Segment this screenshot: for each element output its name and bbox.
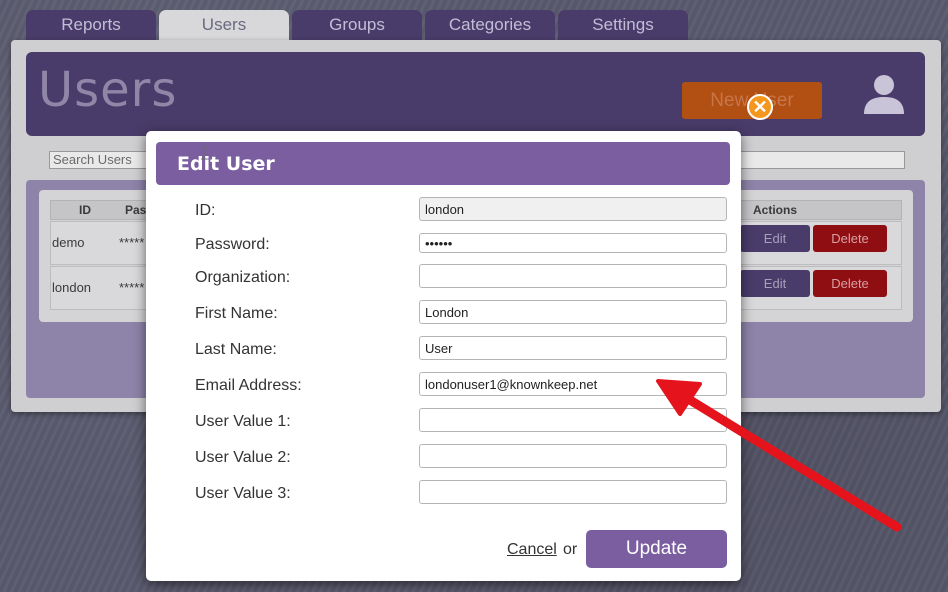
email-label: Email Address:: [195, 377, 302, 394]
user-value-3-field[interactable]: [419, 480, 727, 504]
user-value-1-field[interactable]: [419, 408, 727, 432]
organization-label: Organization:: [195, 269, 291, 286]
user-password: *****: [119, 235, 145, 250]
user-avatar-icon[interactable]: [860, 70, 908, 118]
delete-button[interactable]: Delete: [813, 225, 887, 252]
first-name-field[interactable]: [419, 300, 727, 324]
cancel-link[interactable]: Cancel: [507, 541, 557, 559]
search-input-secondary[interactable]: [720, 151, 905, 169]
user-id: london: [52, 280, 92, 295]
close-icon[interactable]: ✕: [747, 94, 773, 120]
edit-user-dialog: Edit User ID: Password: Organization: Fi…: [146, 131, 741, 581]
user-value-3-label: User Value 3:: [195, 485, 291, 502]
password-label: Password:: [195, 236, 270, 253]
text-cursor-icon: [201, 146, 207, 160]
last-name-label: Last Name:: [195, 341, 277, 358]
user-password: *****: [119, 280, 145, 295]
last-name-field[interactable]: [419, 336, 727, 360]
edit-button[interactable]: Edit: [740, 225, 810, 252]
delete-button[interactable]: Delete: [813, 270, 887, 297]
or-text: or: [563, 541, 578, 558]
top-tabs: Reports Users Groups Categories Settings: [26, 10, 691, 40]
tab-users[interactable]: Users: [159, 10, 289, 40]
tab-groups[interactable]: Groups: [292, 10, 422, 40]
password-field[interactable]: [419, 233, 727, 253]
organization-field[interactable]: [419, 264, 727, 288]
page-header: Users New User: [26, 52, 925, 136]
dialog-title: Edit User: [156, 142, 730, 185]
first-name-label: First Name:: [195, 305, 278, 322]
update-button[interactable]: Update: [586, 530, 727, 568]
page-title: Users: [38, 62, 178, 118]
column-header-password: Pas: [125, 203, 147, 217]
id-field[interactable]: [419, 197, 727, 221]
tab-categories[interactable]: Categories: [425, 10, 555, 40]
tab-reports[interactable]: Reports: [26, 10, 156, 40]
user-value-1-label: User Value 1:: [195, 413, 291, 430]
id-label: ID:: [195, 202, 216, 219]
column-header-actions: Actions: [753, 203, 798, 217]
edit-button[interactable]: Edit: [740, 270, 810, 297]
user-value-2-field[interactable]: [419, 444, 727, 468]
user-value-2-label: User Value 2:: [195, 449, 291, 466]
column-header-id: ID: [79, 203, 91, 217]
search-input[interactable]: Search Users: [49, 151, 149, 169]
email-field[interactable]: [419, 372, 727, 396]
tab-settings[interactable]: Settings: [558, 10, 688, 40]
user-id: demo: [52, 235, 85, 250]
